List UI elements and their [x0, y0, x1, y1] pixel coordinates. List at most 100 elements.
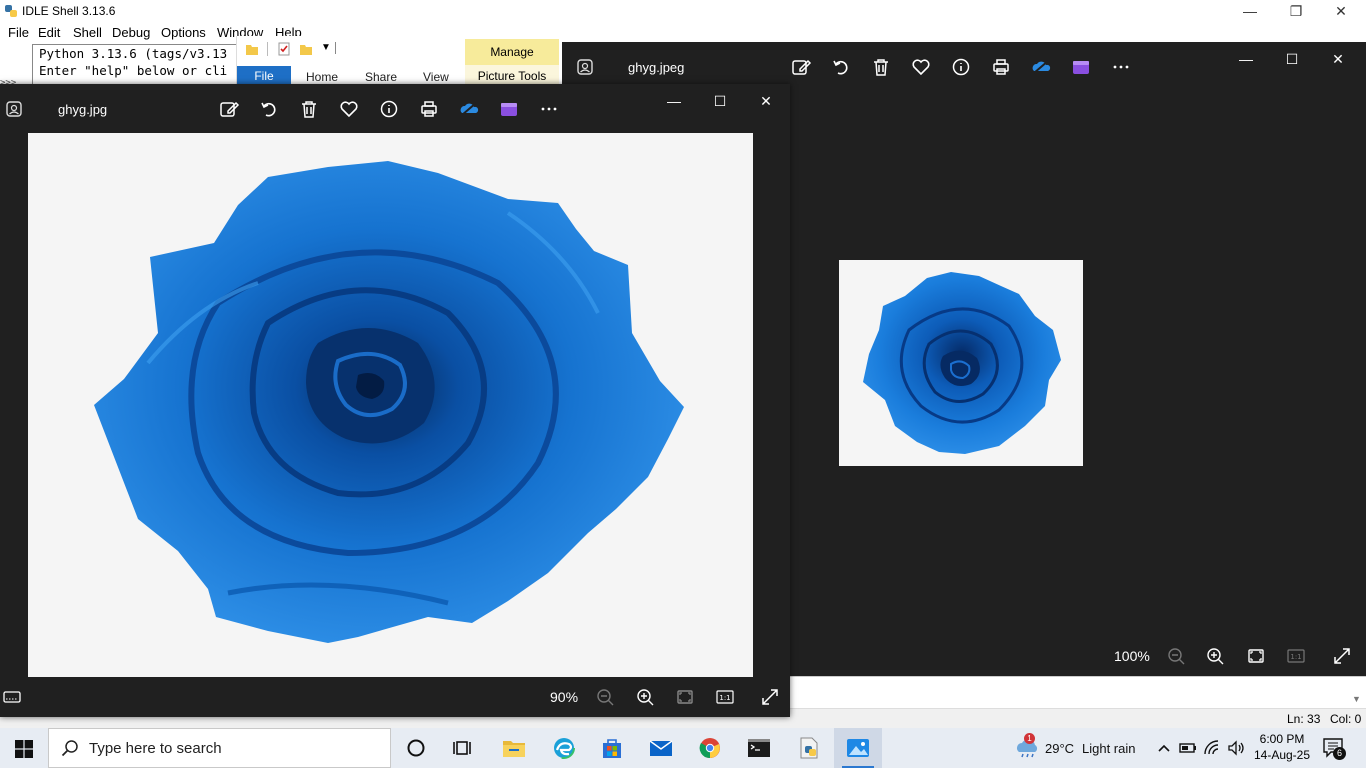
clock-date: 14-Aug-25 — [1253, 748, 1311, 762]
menu-edit[interactable]: Edit — [38, 25, 60, 40]
favorite-heart-icon[interactable] — [338, 98, 360, 120]
onedrive-icon[interactable] — [458, 98, 480, 120]
menu-file[interactable]: File — [8, 25, 29, 40]
tab-file[interactable]: File — [237, 66, 291, 84]
chevron-down-icon[interactable]: ▼ — [321, 42, 331, 53]
clock-time: 6:00 PM — [1259, 732, 1305, 746]
new-folder-icon[interactable] — [299, 42, 313, 56]
more-options-icon[interactable] — [538, 98, 560, 120]
delete-icon[interactable] — [870, 56, 892, 78]
taskbar-edge[interactable] — [540, 728, 588, 768]
clipchamp-icon[interactable] — [498, 98, 520, 120]
weather-temperature: 29°C — [1045, 741, 1075, 756]
search-placeholder: Type here to search — [89, 740, 222, 757]
svg-text:1:1: 1:1 — [1290, 653, 1301, 661]
taskbar-python-file[interactable] — [785, 728, 833, 768]
taskbar: Type here to search 1 29°C Light rain 6:… — [0, 728, 1366, 768]
info-icon[interactable] — [950, 56, 972, 78]
close-button[interactable]: ✕ — [1328, 49, 1348, 69]
tab-picture-tools[interactable]: Picture Tools — [465, 65, 559, 84]
idle-title-bar[interactable]: IDLE Shell 3.13.6 — ❐ ✕ — [0, 0, 1366, 22]
fit-to-window-icon[interactable] — [1246, 646, 1266, 666]
tab-home[interactable]: Home — [306, 70, 338, 84]
close-button[interactable]: ✕ — [1318, 0, 1364, 22]
start-button[interactable] — [0, 728, 48, 768]
blue-rose-image — [863, 272, 1061, 454]
expand-icon[interactable] — [760, 687, 780, 707]
task-view-button[interactable] — [440, 728, 488, 768]
print-icon[interactable] — [418, 98, 440, 120]
actual-size-icon[interactable]: 1:1 — [715, 687, 735, 707]
properties-icon[interactable] — [277, 42, 291, 56]
minimize-button[interactable]: — — [1227, 0, 1273, 22]
idle-menubar: File Edit Shell Debug Options Window Hel… — [0, 22, 1366, 42]
taskbar-search-box[interactable]: Type here to search — [48, 728, 391, 768]
tab-share[interactable]: Share — [365, 70, 397, 84]
weather-widget[interactable]: 1 29°C Light rain — [1012, 728, 1152, 768]
rotate-icon[interactable] — [830, 56, 852, 78]
photos-app-icon — [6, 101, 22, 117]
minimize-button[interactable]: — — [1236, 49, 1256, 69]
speaker-icon — [1228, 740, 1244, 756]
menu-options[interactable]: Options — [161, 25, 206, 40]
battery-button[interactable] — [1178, 738, 1198, 758]
menu-debug[interactable]: Debug — [112, 25, 150, 40]
idle-text-area[interactable] — [790, 676, 1366, 709]
restore-button[interactable]: ❐ — [1273, 0, 1319, 22]
zoom-level: 100% — [1114, 648, 1150, 664]
photos-toolbar: ghyg.jpg — ☐ ✕ — [0, 84, 790, 132]
info-icon[interactable] — [378, 98, 400, 120]
system-tray: 6:00 PM 14-Aug-25 6 — [1152, 728, 1366, 768]
volume-button[interactable] — [1226, 738, 1246, 758]
photos-window-front: ghyg.jpg — ☐ ✕ 90% 1:1 — [0, 84, 790, 717]
taskbar-clock[interactable]: 6:00 PM 14-Aug-25 — [1250, 731, 1314, 763]
photos-toolbar: ghyg.jpeg — ☐ ✕ — [562, 42, 1366, 90]
zoom-out-icon[interactable] — [595, 687, 615, 707]
expand-icon[interactable] — [1332, 646, 1352, 666]
filmstrip-icon[interactable] — [2, 687, 22, 707]
zoom-in-icon[interactable] — [1205, 646, 1225, 666]
shell-line: Enter "help" below or cli — [39, 63, 228, 78]
idle-shell-text[interactable]: Python 3.13.6 (tags/v3.13 Enter "help" be… — [32, 44, 250, 86]
clipchamp-icon[interactable] — [1070, 56, 1092, 78]
tab-view[interactable]: View — [423, 70, 449, 84]
edit-image-icon[interactable] — [790, 56, 812, 78]
maximize-button[interactable]: ☐ — [1282, 49, 1302, 69]
manage-tab-header[interactable]: Manage — [465, 39, 559, 65]
command-prompt-icon — [748, 739, 770, 757]
notification-center-button[interactable]: 6 — [1322, 737, 1346, 760]
battery-icon — [1179, 743, 1196, 753]
taskbar-store[interactable] — [588, 728, 636, 768]
menu-shell[interactable]: Shell — [73, 25, 102, 40]
cortana-button[interactable] — [392, 728, 440, 768]
taskbar-file-explorer[interactable] — [490, 728, 538, 768]
taskbar-photos[interactable] — [834, 728, 882, 768]
zoom-in-icon[interactable] — [635, 687, 655, 707]
zoom-level: 90% — [550, 689, 579, 705]
delete-icon[interactable] — [298, 98, 320, 120]
taskbar-mail[interactable] — [637, 728, 685, 768]
minimize-button[interactable]: — — [664, 91, 684, 111]
photos-footer: 90% 1:1 — [0, 677, 790, 717]
scroll-down-icon[interactable]: ▼ — [1352, 694, 1361, 704]
taskbar-terminal[interactable] — [735, 728, 783, 768]
network-button[interactable] — [1202, 738, 1222, 758]
blue-rose-image — [94, 161, 684, 643]
fit-to-window-icon[interactable] — [675, 687, 695, 707]
print-icon[interactable] — [990, 56, 1012, 78]
taskbar-chrome[interactable] — [686, 728, 734, 768]
close-button[interactable]: ✕ — [756, 91, 776, 111]
task-view-icon — [453, 741, 471, 755]
python-file-icon — [800, 737, 818, 759]
actual-size-icon[interactable]: 1:1 — [1286, 646, 1306, 666]
more-options-icon[interactable] — [1110, 56, 1132, 78]
edit-image-icon[interactable] — [218, 98, 240, 120]
folder-icon[interactable] — [245, 42, 259, 56]
show-hidden-icons-button[interactable] — [1154, 738, 1174, 758]
rotate-icon[interactable] — [258, 98, 280, 120]
zoom-out-icon[interactable] — [1166, 646, 1186, 666]
maximize-button[interactable]: ☐ — [710, 91, 730, 111]
favorite-heart-icon[interactable] — [910, 56, 932, 78]
cortana-circle-icon — [407, 739, 425, 757]
onedrive-icon[interactable] — [1030, 56, 1052, 78]
